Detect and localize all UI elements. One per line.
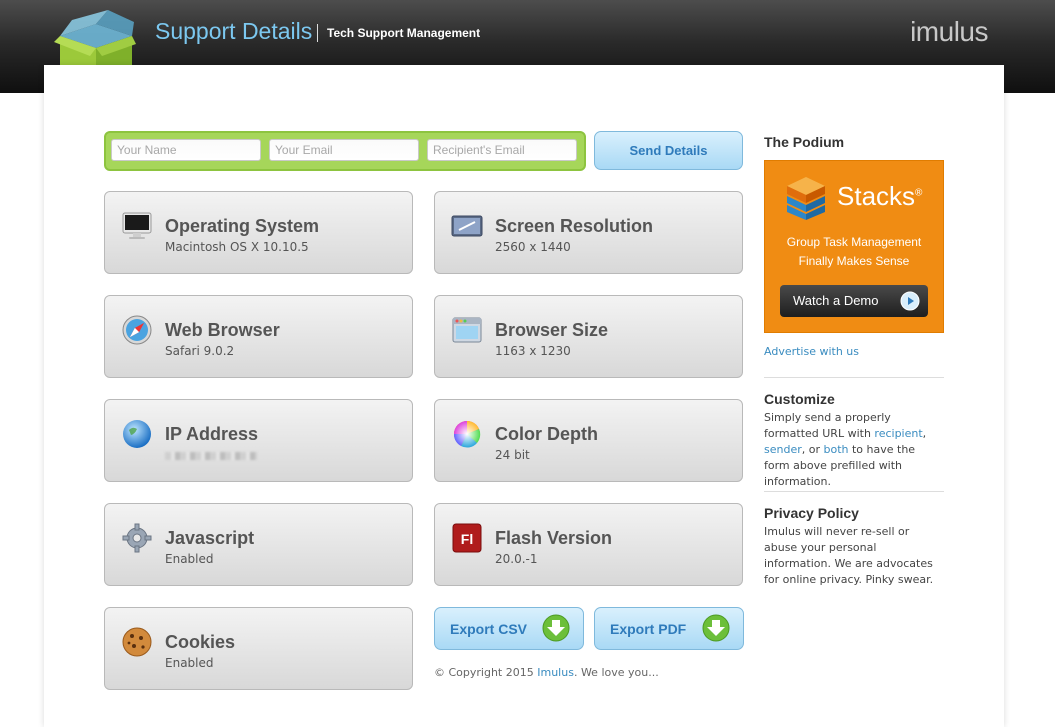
customize-title: Customize: [764, 391, 835, 407]
export-csv-label: Export CSV: [450, 621, 528, 637]
privacy-title: Privacy Policy: [764, 505, 859, 521]
card-browser-size: Browser Size 1163 x 1230: [434, 295, 743, 378]
color-wheel-icon: [451, 418, 483, 450]
copyright-footer: © Copyright 2015 Imulus. We love you...: [434, 666, 659, 679]
export-csv-button[interactable]: Export CSV: [434, 607, 584, 650]
card-title: Flash Version: [495, 528, 613, 548]
ad-tagline-line2: Finally Makes Sense: [798, 254, 910, 268]
customize-text-3: , or: [801, 443, 824, 456]
ad-product-name: Stacks®: [837, 181, 922, 212]
podium-section: The Podium: [764, 134, 944, 150]
card-screen-resolution: Screen Resolution 2560 x 1440: [434, 191, 743, 274]
page-subtitle: Tech Support Management: [327, 26, 481, 40]
window-icon: [451, 314, 483, 346]
copyright-suffix: . We love you...: [573, 666, 659, 679]
card-title: IP Address: [165, 424, 259, 444]
card-value: 24 bit: [495, 448, 530, 462]
customize-text: Simply send a properly formatted URL wit…: [764, 410, 944, 490]
ad-product-label: Stacks: [837, 181, 916, 211]
ad-trademark: ®: [915, 187, 923, 199]
card-title: Screen Resolution: [495, 216, 654, 236]
card-title: Operating System: [165, 216, 320, 236]
ad-tagline: Group Task Management Finally Makes Sens…: [765, 233, 943, 271]
recipient-link[interactable]: recipient: [874, 427, 922, 440]
card-value: Safari 9.0.2: [165, 344, 235, 358]
globe-icon: [121, 418, 153, 450]
card-title: Javascript: [165, 528, 255, 548]
send-details-form: [104, 131, 586, 171]
download-arrow-icon: [542, 614, 570, 642]
customize-text-2: ,: [922, 427, 927, 440]
title-divider: [317, 24, 318, 42]
stacks-logo-icon: [787, 177, 825, 220]
play-icon: [900, 291, 920, 311]
download-arrow-icon: [702, 614, 730, 642]
flash-icon: Fl: [451, 522, 483, 554]
card-operating-system: Operating System Macintosh OS X 10.10.5: [104, 191, 413, 274]
card-title: Cookies: [165, 632, 236, 652]
card-value: 1163 x 1230: [495, 344, 571, 358]
both-link[interactable]: both: [824, 443, 849, 456]
redacted-ip-value: [165, 452, 257, 460]
email-input[interactable]: [269, 139, 419, 161]
customize-text-1: Simply send a properly formatted URL wit…: [764, 411, 891, 440]
card-web-browser: Web Browser Safari 9.0.2: [104, 295, 413, 378]
watch-demo-button[interactable]: Watch a Demo: [780, 285, 928, 317]
card-flash-version: Fl Flash Version 20.0.-1: [434, 503, 743, 586]
monitor-icon: [121, 210, 153, 242]
privacy-section: Privacy Policy Imulus will never re-sell…: [764, 505, 944, 588]
sidebar-divider: [764, 377, 944, 378]
flash-icon-text: Fl: [461, 531, 473, 547]
screen-icon: [451, 210, 483, 242]
advertise-section: Advertise with us: [764, 344, 944, 360]
card-title: Web Browser: [165, 320, 280, 340]
brand-logo[interactable]: imulus: [910, 16, 988, 48]
imulus-link[interactable]: Imulus: [537, 666, 574, 679]
sidebar-divider: [764, 491, 944, 492]
card-javascript: Javascript Enabled: [104, 503, 413, 586]
gear-icon: [121, 522, 153, 554]
card-cookies: Cookies Enabled: [104, 607, 413, 690]
podium-title: The Podium: [764, 134, 845, 150]
card-value: Enabled: [165, 552, 214, 566]
copyright-text: © Copyright 2015: [434, 666, 534, 679]
page-title[interactable]: Support Details: [155, 18, 312, 45]
name-input[interactable]: [111, 139, 261, 161]
card-value: Enabled: [165, 656, 214, 670]
export-pdf-label: Export PDF: [610, 621, 687, 637]
card-color-depth: Color Depth 24 bit: [434, 399, 743, 482]
cookie-icon: [121, 626, 153, 658]
card-ip-address: IP Address: [104, 399, 413, 482]
sender-link[interactable]: sender: [764, 443, 802, 456]
customize-section: Customize Simply send a properly formatt…: [764, 391, 944, 490]
card-title: Color Depth: [495, 424, 598, 444]
ad-tagline-line1: Group Task Management: [786, 235, 922, 249]
card-title: Browser Size: [495, 320, 609, 340]
card-value: 20.0.-1: [495, 552, 538, 566]
export-pdf-button[interactable]: Export PDF: [594, 607, 744, 650]
card-value: 2560 x 1440: [495, 240, 571, 254]
compass-icon: [121, 314, 153, 346]
privacy-text: Imulus will never re-sell or abuse your …: [764, 525, 934, 586]
card-value: Macintosh OS X 10.10.5: [165, 240, 309, 254]
send-details-button[interactable]: Send Details: [594, 131, 743, 170]
watch-demo-label: Watch a Demo: [793, 293, 879, 308]
recipient-email-input[interactable]: [427, 139, 577, 161]
stacks-ad[interactable]: Stacks® Group Task Management Finally Ma…: [764, 160, 944, 333]
advertise-link[interactable]: Advertise with us: [764, 345, 859, 358]
